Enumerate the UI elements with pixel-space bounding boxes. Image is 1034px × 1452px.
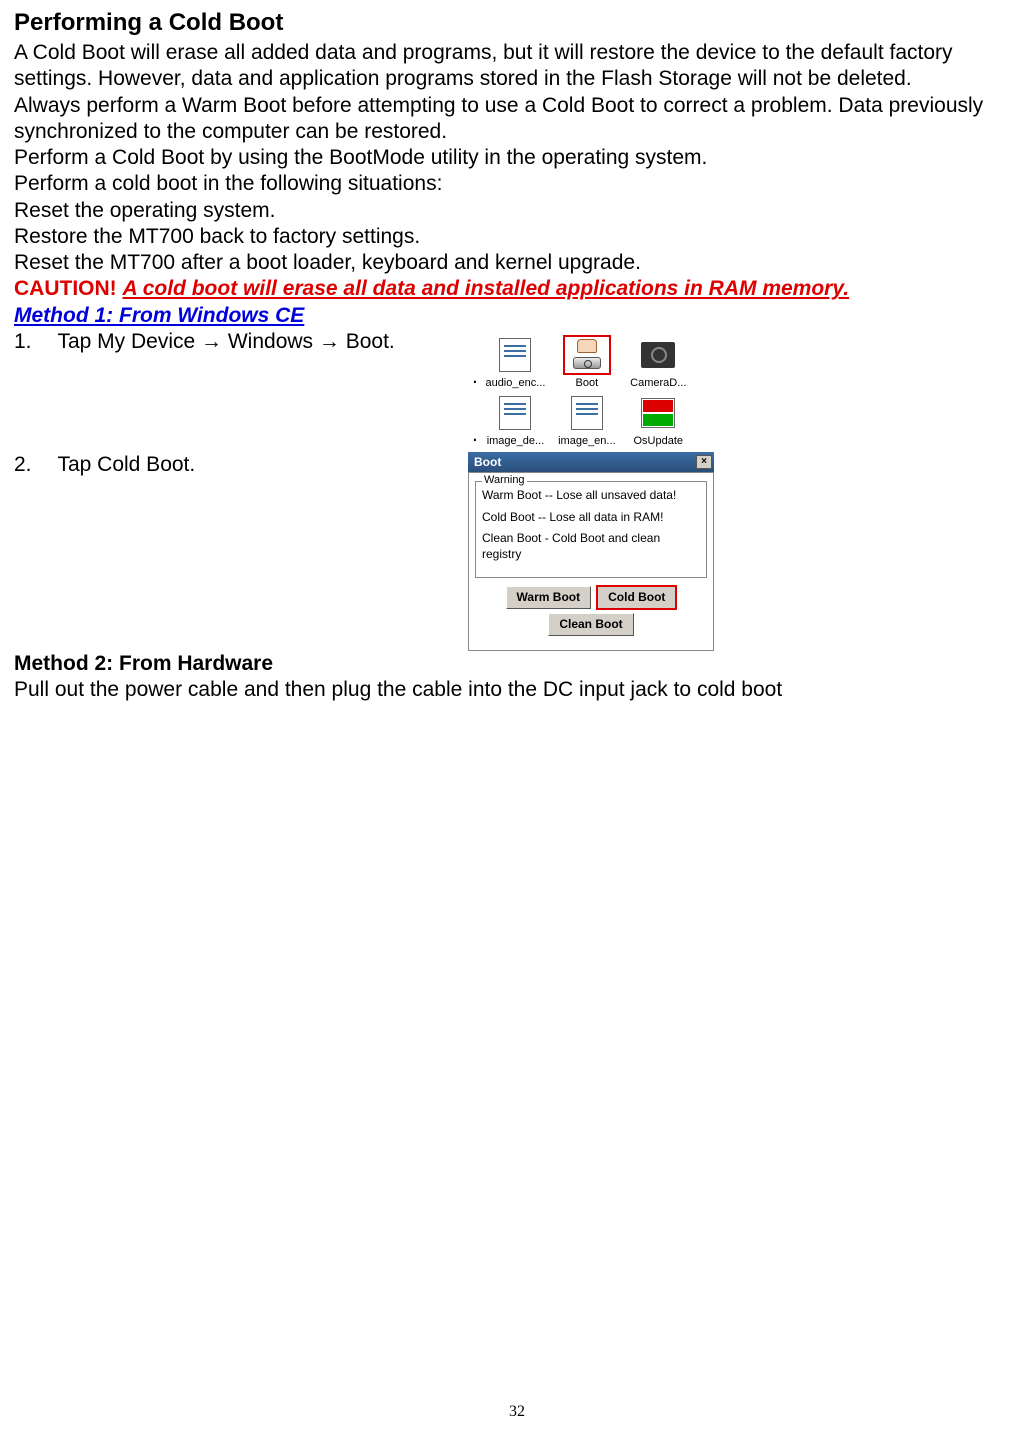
situation-2: Restore the MT700 back to factory settin… [14, 224, 1020, 250]
step-1-part-b: Windows [228, 330, 319, 353]
step-1-arrow-2: → [319, 330, 340, 353]
step-1-row: 1. Tap My Device → Windows → Boot. . aud… [14, 329, 1020, 453]
step-1-part-c: Boot. [346, 330, 395, 353]
file-item-boot[interactable]: Boot [551, 335, 622, 391]
camera-icon [641, 342, 675, 368]
step-1-text: 1. Tap My Device → Windows → Boot. [14, 329, 468, 355]
page-number: 32 [0, 1402, 1034, 1422]
boot-icon [568, 337, 606, 373]
warning-cold: Cold Boot -- Lose all data in RAM! [482, 510, 700, 526]
file-item-image-de[interactable]: image_de... [480, 393, 551, 449]
method-1-title: Method 1: From Windows CE [14, 303, 1020, 329]
method-2-title: Method 2: From Hardware [14, 651, 1020, 677]
warning-fieldset: Warning Warm Boot -- Lose all unsaved da… [475, 481, 707, 577]
paragraph-4: Perform a cold boot in the following sit… [14, 171, 1020, 197]
caution-line: CAUTION! A cold boot will erase all data… [14, 276, 1020, 302]
step-1-part-a: Tap My Device [57, 330, 201, 353]
file-item-camerad[interactable]: CameraD... [623, 335, 694, 391]
document-icon [499, 396, 531, 430]
button-row-1: Warm Boot Cold Boot [475, 586, 707, 609]
file-label: CameraD... [630, 377, 686, 389]
file-item-image-en[interactable]: image_en... [551, 393, 622, 449]
dialog-body: Warning Warm Boot -- Lose all unsaved da… [468, 472, 714, 650]
file-item-osupdate[interactable]: OsUpdate [623, 393, 694, 449]
document-icon [499, 338, 531, 372]
warning-clean: Clean Boot - Cold Boot and clean registr… [482, 531, 700, 562]
method-2-text: Pull out the power cable and then plug t… [14, 677, 1020, 703]
warning-warm: Warm Boot -- Lose all unsaved data! [482, 488, 700, 504]
document-icon [571, 396, 603, 430]
paragraph-1: A Cold Boot will erase all added data an… [14, 40, 1020, 93]
file-item-audio-enc[interactable]: audio_enc... [480, 335, 551, 391]
osupdate-icon [641, 398, 675, 428]
dialog-titlebar: Boot × [468, 452, 714, 472]
situation-3: Reset the MT700 after a boot loader, key… [14, 250, 1020, 276]
step-2-content: Tap Cold Boot. [57, 453, 195, 476]
file-label: image_de... [487, 435, 544, 447]
file-label: audio_enc... [485, 377, 545, 389]
step-2-number: 2. [14, 452, 52, 478]
dialog-title: Boot [474, 455, 501, 470]
figure-windows-folder: . audio_enc... Boot CameraD... . [468, 329, 698, 453]
warm-boot-button[interactable]: Warm Boot [506, 586, 592, 609]
step-2-row: 2. Tap Cold Boot. Boot × Warning Warm Bo… [14, 452, 1020, 650]
section-heading: Performing a Cold Boot [14, 8, 1020, 38]
list-dot: . [472, 364, 480, 390]
clean-boot-button[interactable]: Clean Boot [548, 613, 633, 636]
cold-boot-button[interactable]: Cold Boot [597, 586, 676, 609]
step-1-number: 1. [14, 329, 52, 355]
file-label: image_en... [558, 435, 615, 447]
file-label: Boot [576, 377, 599, 389]
paragraph-3: Perform a Cold Boot by using the BootMod… [14, 145, 1020, 171]
figure-boot-dialog: Boot × Warning Warm Boot -- Lose all uns… [468, 452, 714, 650]
paragraph-2: Always perform a Warm Boot before attemp… [14, 93, 1020, 146]
step-2-text: 2. Tap Cold Boot. [14, 452, 468, 478]
fieldset-legend: Warning [482, 474, 527, 488]
close-button[interactable]: × [696, 455, 712, 469]
button-row-2: Clean Boot [475, 613, 707, 636]
situation-1: Reset the operating system. [14, 198, 1020, 224]
close-icon: × [701, 457, 707, 467]
list-dot: . [472, 422, 480, 448]
caution-text: A cold boot will erase all data and inst… [123, 277, 850, 300]
caution-prefix: CAUTION! [14, 277, 123, 300]
step-1-arrow-1: → [201, 330, 222, 353]
file-label: OsUpdate [634, 435, 684, 447]
